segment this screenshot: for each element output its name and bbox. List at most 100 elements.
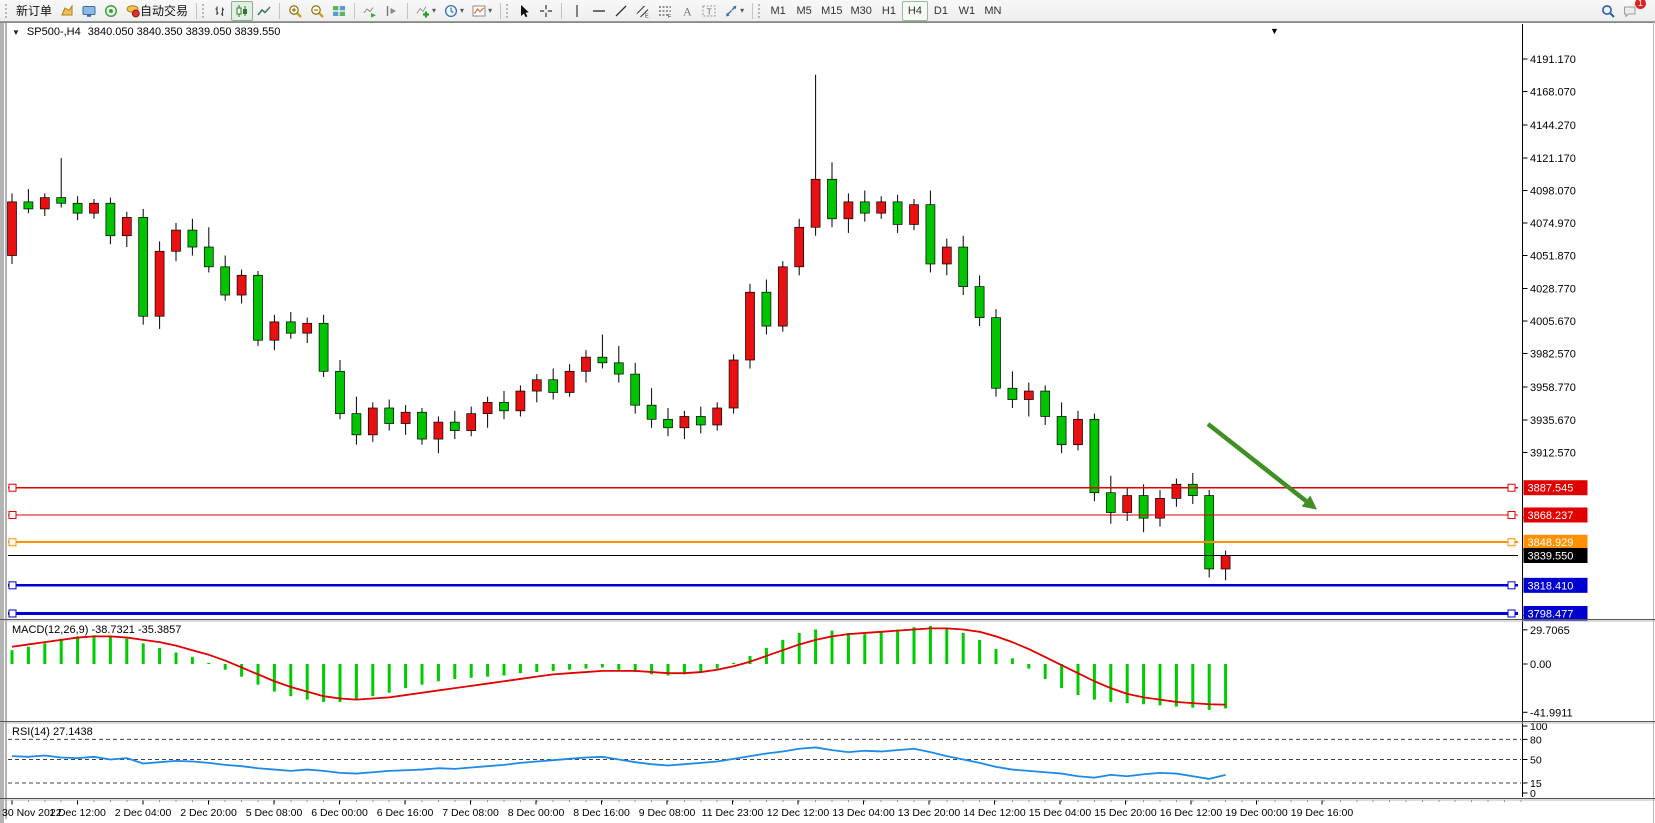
chart-shift-button[interactable] (381, 1, 403, 21)
ohlc-values-label: 3840.050 3840.350 3839.050 3839.550 (88, 26, 281, 38)
svg-text:15 Dec 04:00: 15 Dec 04:00 (1029, 807, 1092, 819)
svg-text:2 Dec 20:00: 2 Dec 20:00 (180, 807, 237, 819)
chart-canvas[interactable]: 4191.1704168.0704144.2704121.1704098.070… (0, 22, 1655, 823)
zoom-out-button[interactable] (306, 1, 328, 21)
svg-text:8 Dec 16:00: 8 Dec 16:00 (573, 807, 630, 819)
periods-button[interactable]: ▾ (440, 1, 468, 21)
svg-text:5 Dec 08:00: 5 Dec 08:00 (246, 807, 303, 819)
auto-scroll-button[interactable] (359, 1, 381, 21)
arrows-button[interactable]: ▾ (720, 1, 748, 21)
svg-text:13 Dec 20:00: 13 Dec 20:00 (898, 807, 961, 819)
profiles-icon (60, 4, 74, 18)
channel-button[interactable]: E (632, 1, 654, 21)
svg-text:-41.9911: -41.9911 (1530, 707, 1573, 719)
tf-m15-button[interactable]: M15 (817, 1, 846, 21)
main-toolbar: 新订单 自动交易 (0, 0, 1655, 22)
search-button[interactable] (1597, 1, 1619, 21)
tf-h1-button[interactable]: H1 (876, 1, 902, 21)
signal-button[interactable] (100, 1, 122, 21)
auto-trading-label: 自动交易 (140, 2, 188, 19)
svg-text:15 Dec 20:00: 15 Dec 20:00 (1094, 807, 1157, 819)
chevron-down-icon: ▾ (488, 6, 492, 15)
text-button[interactable]: A (676, 1, 698, 21)
svg-text:E: E (645, 13, 649, 18)
svg-text:4144.270: 4144.270 (1530, 120, 1576, 132)
svg-text:4028.770: 4028.770 (1530, 283, 1576, 295)
tf-w1-button[interactable]: W1 (954, 1, 980, 21)
vertical-line-button[interactable] (566, 1, 588, 21)
market-watch-icon (82, 4, 96, 18)
svg-text:12 Dec 12:00: 12 Dec 12:00 (767, 807, 830, 819)
svg-text:29.7065: 29.7065 (1530, 625, 1570, 637)
svg-text:3798.477: 3798.477 (1528, 608, 1574, 620)
svg-text:16 Dec 12:00: 16 Dec 12:00 (1160, 807, 1223, 819)
collapse-arrow-icon[interactable]: ▼ (12, 28, 20, 37)
horizontal-line-button[interactable] (588, 1, 610, 21)
new-order-button[interactable]: 新订单 (12, 1, 56, 21)
vertical-line-icon (570, 4, 584, 18)
zoom-out-icon (310, 4, 324, 18)
auto-trading-button[interactable]: 自动交易 (122, 1, 192, 21)
svg-text:50: 50 (1530, 755, 1542, 767)
tf-mn-button[interactable]: MN (980, 1, 1006, 21)
svg-text:3839.550: 3839.550 (1528, 550, 1574, 562)
tf-m5-button[interactable]: M5 (791, 1, 817, 21)
tf-d1-button[interactable]: D1 (928, 1, 954, 21)
svg-text:3887.545: 3887.545 (1528, 483, 1574, 495)
market-watch-button[interactable] (78, 1, 100, 21)
tf-h4-button[interactable]: H4 (902, 1, 928, 21)
indicators-button[interactable]: ▾ (412, 1, 440, 21)
tf-m30-button[interactable]: M30 (847, 1, 876, 21)
svg-text:F: F (668, 14, 672, 18)
indicators-icon (416, 4, 430, 18)
profiles-button[interactable] (56, 1, 78, 21)
toolbar-separator (752, 3, 753, 19)
toolbar-grip (5, 4, 8, 18)
svg-text:T: T (707, 6, 712, 16)
crosshair-icon (539, 4, 553, 18)
svg-text:80: 80 (1530, 734, 1542, 746)
cursor-button[interactable] (513, 1, 535, 21)
svg-text:19 Dec 00:00: 19 Dec 00:00 (1225, 807, 1288, 819)
toolbar-separator (500, 3, 501, 19)
svg-text:19 Dec 16:00: 19 Dec 16:00 (1291, 807, 1354, 819)
fibonacci-icon: F (658, 4, 672, 18)
svg-text:2 Dec 04:00: 2 Dec 04:00 (115, 807, 172, 819)
chart-line-button[interactable] (253, 1, 275, 21)
svg-text:0.00: 0.00 (1530, 659, 1551, 671)
tile-windows-button[interactable] (328, 1, 350, 21)
toolbar-separator (354, 3, 355, 19)
auto-scroll-icon (363, 4, 377, 18)
trendline-button[interactable] (610, 1, 632, 21)
text-label-button[interactable]: T (698, 1, 720, 21)
svg-text:4168.070: 4168.070 (1530, 87, 1576, 99)
chevron-down-icon: ▾ (460, 6, 464, 15)
svg-text:RSI(14) 27.1438: RSI(14) 27.1438 (12, 726, 93, 738)
crosshair-button[interactable] (535, 1, 557, 21)
svg-text:3848.929: 3848.929 (1528, 537, 1574, 549)
chart-bars-button[interactable] (209, 1, 231, 21)
chart-shift-icon (385, 4, 399, 18)
svg-text:11 Dec 23:00: 11 Dec 23:00 (702, 807, 764, 819)
svg-text:3912.570: 3912.570 (1530, 447, 1576, 459)
trendline-icon (614, 4, 628, 18)
svg-text:▼: ▼ (1270, 26, 1279, 36)
fibonacci-button[interactable]: F (654, 1, 676, 21)
chart-candles-button[interactable] (231, 1, 253, 21)
text-label-icon: T (702, 4, 716, 18)
candlestick-chart-icon (235, 4, 249, 18)
text-icon: A (680, 4, 694, 18)
notifications-button[interactable]: 1 (1619, 1, 1641, 21)
svg-text:3958.770: 3958.770 (1530, 382, 1576, 394)
svg-text:7 Dec 08:00: 7 Dec 08:00 (442, 807, 499, 819)
toolbar-grip (758, 4, 761, 18)
tf-m1-button[interactable]: M1 (765, 1, 791, 21)
svg-text:4098.070: 4098.070 (1530, 185, 1576, 197)
svg-text:3982.570: 3982.570 (1530, 349, 1576, 361)
templates-button[interactable]: ▾ (468, 1, 496, 21)
svg-text:A: A (683, 4, 692, 18)
zoom-in-button[interactable] (284, 1, 306, 21)
svg-text:9 Dec 08:00: 9 Dec 08:00 (639, 807, 696, 819)
symbol-period-label: SP500-,H4 (27, 26, 81, 38)
template-icon (472, 4, 486, 18)
